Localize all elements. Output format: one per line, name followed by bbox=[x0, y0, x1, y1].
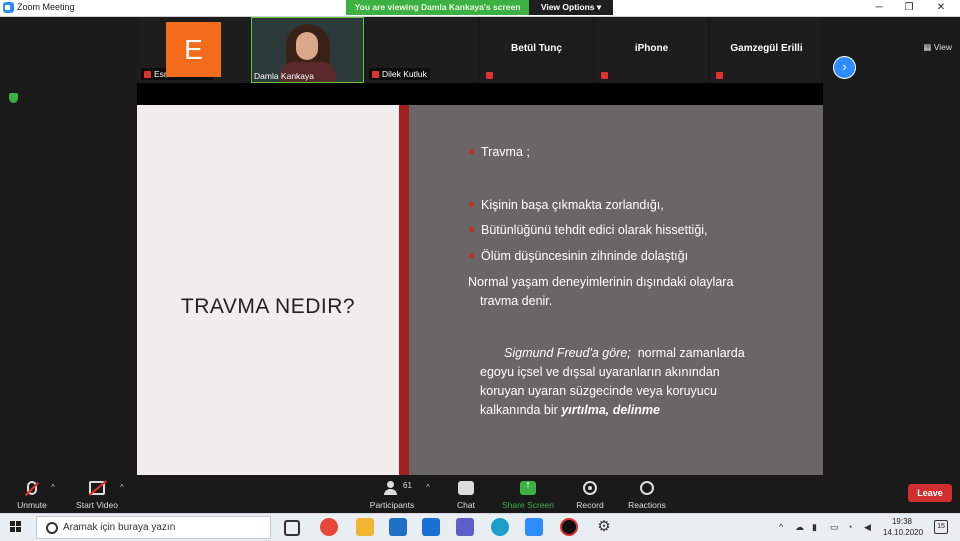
share-screen-button[interactable]: Share Screen bbox=[498, 478, 558, 510]
participant-strip: Esma Dilber ... E Damla Kankaya Dilek Ku… bbox=[0, 17, 960, 83]
participant-tile-dilek[interactable]: Dilek Kutluk bbox=[365, 17, 478, 82]
leave-button[interactable]: Leave bbox=[908, 484, 952, 502]
screen-recorder-icon[interactable] bbox=[560, 518, 578, 536]
minimize-button[interactable]: ─ bbox=[864, 0, 894, 16]
taskbar-search-input[interactable]: Aramak için buraya yazın bbox=[36, 516, 271, 539]
bullet-icon bbox=[469, 227, 474, 232]
network-icon[interactable]: ▭ bbox=[830, 522, 839, 533]
record-button[interactable]: Record bbox=[560, 478, 620, 510]
chrome-icon[interactable] bbox=[320, 518, 338, 536]
file-explorer-icon[interactable] bbox=[356, 518, 374, 536]
slide-paragraph: Sigmund Freud'a göre; normal zamanlarda … bbox=[480, 344, 745, 420]
shared-screen: TRAVMA NEDIR? Travma ; Kişinin başa çıkm… bbox=[137, 83, 823, 475]
participant-tile-betul[interactable]: Betül Tunç bbox=[480, 17, 593, 82]
notifications-icon[interactable]: 15 bbox=[934, 520, 948, 534]
view-label: View bbox=[933, 42, 952, 52]
chat-icon bbox=[458, 481, 474, 495]
participant-name: iPhone bbox=[634, 43, 669, 54]
settings-gear-icon[interactable]: ⚙ bbox=[595, 518, 613, 536]
slide-right-panel: Travma ; Kişinin başa çıkmakta zorlandığ… bbox=[409, 105, 823, 475]
zoom-logo-icon bbox=[3, 2, 14, 13]
muted-mic-icon bbox=[27, 481, 37, 495]
participant-video-damla[interactable]: Damla Kankaya bbox=[251, 17, 364, 83]
task-view-icon[interactable] bbox=[284, 520, 300, 536]
edge-icon[interactable] bbox=[491, 518, 509, 536]
participant-name: Dilek Kutluk bbox=[369, 68, 430, 80]
participant-name: Damla Kankaya bbox=[254, 71, 315, 81]
muted-mic-icon bbox=[601, 72, 608, 79]
clock-date: 14.10.2020 bbox=[883, 528, 924, 537]
wifi-icon[interactable]: ◔ bbox=[847, 522, 852, 532]
paragraph-line: egoyu içsel ve dışsal uyaranların akının… bbox=[480, 365, 720, 379]
participant-name: Betül Tunç bbox=[511, 43, 562, 54]
presentation-slide: TRAVMA NEDIR? Travma ; Kişinin başa çıkm… bbox=[137, 105, 823, 475]
participant-name: Gamzegül Erilli bbox=[730, 43, 803, 54]
restore-button[interactable]: ❐ bbox=[894, 0, 924, 16]
participant-tile-gamzegul[interactable]: Gamzegül Erilli bbox=[710, 17, 823, 82]
windows-start-icon[interactable] bbox=[10, 521, 22, 533]
mail-icon[interactable] bbox=[389, 518, 407, 536]
participants-icon bbox=[384, 481, 400, 495]
audio-options-caret[interactable]: ^ bbox=[51, 483, 55, 492]
search-icon bbox=[46, 522, 58, 534]
participants-count: 61 bbox=[403, 481, 412, 490]
video-options-caret[interactable]: ^ bbox=[120, 483, 124, 492]
clock-time: 19:38 bbox=[891, 517, 913, 526]
paragraph-line: Normal yaşam deneyimlerinin dışındaki ol… bbox=[468, 275, 734, 289]
view-options-button[interactable]: View Options ▾ bbox=[529, 0, 613, 15]
viewing-screen-banner: You are viewing Damla Kankaya's screen bbox=[346, 0, 529, 15]
dropbox-icon[interactable] bbox=[422, 518, 440, 536]
muted-mic-icon bbox=[486, 72, 493, 79]
muted-mic-icon bbox=[716, 72, 723, 79]
next-page-button[interactable]: › bbox=[833, 56, 856, 79]
participant-tile-iphone[interactable]: iPhone bbox=[595, 17, 708, 82]
slide-divider bbox=[399, 105, 409, 475]
start-video-button[interactable]: Start Video bbox=[67, 478, 127, 510]
encryption-shield-icon[interactable] bbox=[9, 93, 18, 103]
slide-title: TRAVMA NEDIR? bbox=[180, 295, 356, 318]
onedrive-icon[interactable]: ☁ bbox=[795, 522, 804, 533]
slide-left-panel: TRAVMA NEDIR? bbox=[137, 105, 399, 475]
window-title: Zoom Meeting bbox=[17, 2, 75, 12]
video-off-icon bbox=[89, 481, 105, 495]
teams-icon[interactable] bbox=[456, 518, 474, 536]
slide-bullet: Travma ; bbox=[469, 145, 530, 159]
battery-icon[interactable]: ▮ bbox=[812, 522, 817, 533]
slide-bullet: Ölüm düşüncesinin zihninde dolaştığı bbox=[469, 249, 688, 263]
paragraph-line: travma denir. bbox=[480, 294, 553, 308]
paragraph-line: kalkanında bir yırtılma, delinme bbox=[480, 403, 660, 417]
bullet-icon bbox=[469, 149, 474, 154]
muted-mic-icon bbox=[372, 71, 379, 78]
taskbar-clock[interactable]: 19:38 14.10.2020 bbox=[883, 516, 924, 538]
avatar: E bbox=[166, 22, 221, 77]
bullet-icon bbox=[469, 253, 474, 258]
participants-options-caret[interactable]: ^ bbox=[426, 483, 430, 492]
muted-mic-icon bbox=[144, 71, 151, 78]
participants-button[interactable]: Participants bbox=[362, 478, 422, 510]
chat-button[interactable]: Chat bbox=[436, 478, 496, 510]
meeting-toolbar: Unmute ^ Start Video ^ Participants 61 ^… bbox=[0, 475, 960, 513]
zoom-taskbar-icon[interactable] bbox=[525, 518, 543, 536]
search-placeholder: Aramak için buraya yazın bbox=[63, 522, 176, 533]
slide-bullet: Kişinin başa çıkmakta zorlandığı, bbox=[469, 198, 664, 212]
close-button[interactable]: ✕ bbox=[926, 0, 956, 16]
video-face bbox=[296, 32, 318, 60]
reactions-button[interactable]: Reactions bbox=[617, 478, 677, 510]
reactions-icon bbox=[640, 481, 654, 495]
share-screen-icon bbox=[520, 479, 536, 495]
paragraph-line: koruyan uyaran süzgecinde veya koruyucu bbox=[480, 384, 717, 398]
windows-taskbar: Aramak için buraya yazın ⚙ ^ ☁ ▮ ▭ ◔ ◀ 1… bbox=[0, 513, 960, 541]
bullet-icon bbox=[469, 202, 474, 207]
view-layout-button[interactable]: ▦ View bbox=[923, 42, 952, 53]
slide-paragraph: Normal yaşam deneyimlerinin dışındaki ol… bbox=[468, 273, 733, 311]
tray-chevron-icon[interactable]: ^ bbox=[779, 522, 783, 532]
volume-icon[interactable]: ◀ bbox=[864, 522, 871, 533]
record-icon bbox=[583, 481, 597, 495]
paragraph-line: Sigmund Freud'a göre; normal zamanlarda bbox=[504, 346, 745, 360]
title-bar: Zoom Meeting You are viewing Damla Kanka… bbox=[0, 0, 960, 17]
slide-bullet: Bütünlüğünü tehdit edici olarak hissetti… bbox=[469, 223, 708, 237]
